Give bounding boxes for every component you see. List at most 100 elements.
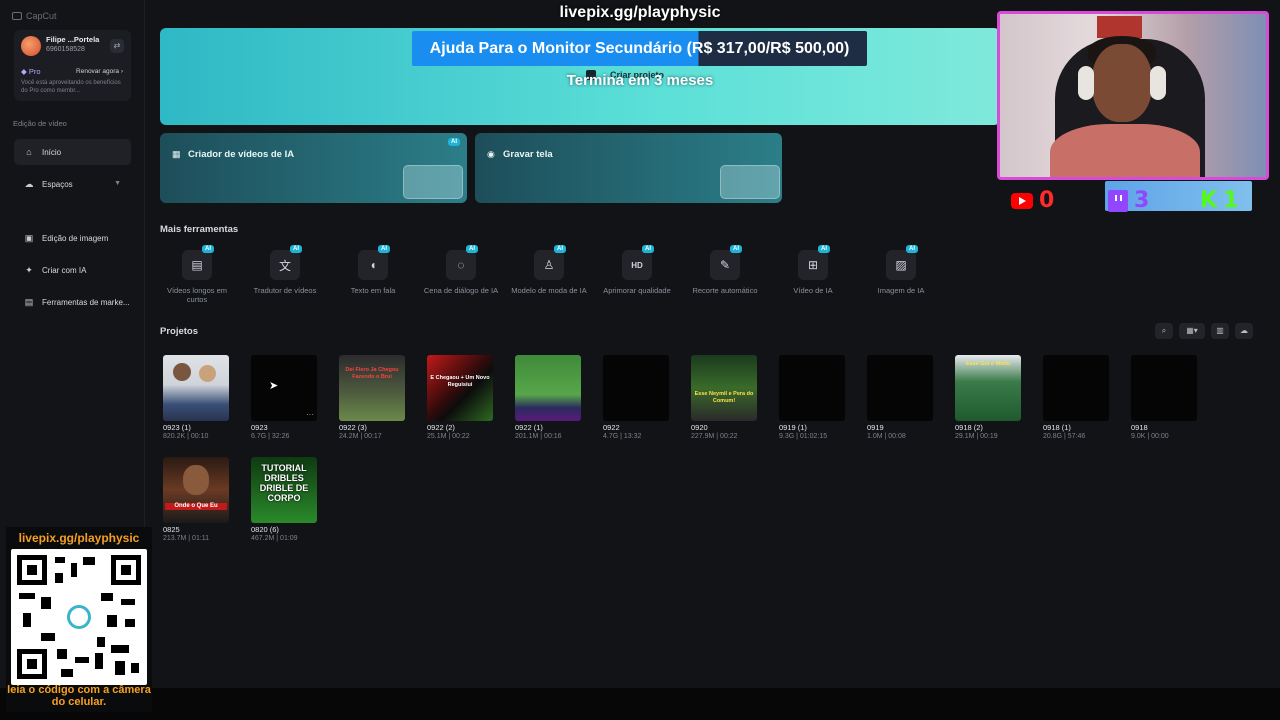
- grid-view-icon[interactable]: ▦▾: [1179, 323, 1205, 339]
- capcut-logo-icon: [12, 12, 22, 20]
- pro-label: Pro: [28, 67, 41, 76]
- qr-code: [11, 549, 147, 685]
- tool-label: Imagem de IA: [877, 286, 925, 295]
- record-screen-card[interactable]: ◉ Gravar tela: [475, 133, 782, 203]
- tool-label: Vídeo de IA: [793, 286, 833, 295]
- speech-icon: ◖: [358, 250, 388, 280]
- tool-text-to-speech[interactable]: ◖ AI Texto em fala: [333, 245, 413, 295]
- eraser-icon: ✎: [710, 250, 740, 280]
- sidebar-item-spaces[interactable]: ☁ Espaços ▼: [14, 171, 131, 197]
- project-card[interactable]: Dei Fiero Ja Chegou Fazendo o Brui 0922 …: [339, 355, 405, 440]
- cursor-icon: ➤: [269, 380, 279, 392]
- project-card[interactable]: 0922 4.7G | 13:32: [603, 355, 669, 440]
- card-label: Gravar tela: [503, 149, 553, 160]
- project-card[interactable]: Esse Neymil e Pera do Comum! 0920 227.9M…: [691, 355, 757, 440]
- tool-long-to-short[interactable]: ▤ AI Vídeos longos em curtos: [157, 245, 237, 304]
- project-card[interactable]: 0918 9.0K | 00:00: [1131, 355, 1197, 440]
- renew-now-link[interactable]: Renovar agora ›: [76, 68, 123, 75]
- youtube-icon: [1011, 192, 1033, 209]
- pro-badge: ◆ Pro: [21, 67, 41, 76]
- dialog-icon: ◌: [446, 250, 476, 280]
- project-name: 0922 (3): [339, 423, 367, 432]
- project-meta: 467.2M | 01:09: [251, 535, 298, 542]
- project-name: 0919 (1): [779, 423, 807, 432]
- sidebar-item-label: Início: [42, 147, 62, 157]
- search-icon[interactable]: ⌕: [1155, 323, 1173, 339]
- trash-icon[interactable]: ▥: [1211, 323, 1229, 339]
- tool-ai-fashion-model[interactable]: ♙ AI Modelo de moda de IA: [509, 245, 589, 295]
- project-meta: 25.1M | 00:22: [427, 433, 470, 440]
- qr-hint: leia o código com a câmera do celular.: [7, 684, 151, 708]
- tool-label: Modelo de moda de IA: [511, 286, 587, 295]
- kick-count: 1: [1223, 188, 1239, 213]
- pro-description: Você está aproveitando os benefícios do …: [21, 80, 121, 94]
- chevron-down-icon: ▼: [114, 180, 121, 187]
- twitch-count: 3: [1134, 188, 1150, 213]
- project-thumbnail: [515, 355, 581, 421]
- project-card[interactable]: 0919 1.0M | 00:08: [867, 355, 933, 440]
- sidebar-item-label: Ferramentas de marke...: [42, 297, 130, 307]
- more-tools-title: Mais ferramentas: [160, 224, 239, 235]
- ai-badge: AI: [818, 245, 830, 253]
- switch-account-icon[interactable]: ⇄: [110, 39, 124, 53]
- project-thumbnail: E Chegaou + Um Novo Reguisiui: [427, 355, 493, 421]
- project-card[interactable]: ➤ ··· 0923 6.7G | 32:26: [251, 355, 317, 440]
- project-card[interactable]: 0919 (1) 9.3G | 01:02:15: [779, 355, 845, 440]
- project-card[interactable]: 0923 (1) 820.2K | 00:10: [163, 355, 229, 440]
- project-name: 0820 (6): [251, 525, 279, 534]
- project-card[interactable]: 0918 (1) 20.8G | 57:46: [1043, 355, 1109, 440]
- sidebar-item-image-editing[interactable]: ▣ Edição de imagem: [14, 225, 131, 251]
- qr-url: livepix.gg/playphysic: [18, 531, 140, 545]
- ai-badge: AI: [202, 245, 214, 253]
- ai-badge: AI: [290, 245, 302, 253]
- sidebar-item-create-ai[interactable]: ✦ Criar com IA: [14, 257, 131, 283]
- project-card[interactable]: E Chegaou + Um Novo Reguisiui 0922 (2) 2…: [427, 355, 493, 440]
- image-plus-icon: ▨: [886, 250, 916, 280]
- more-options-icon[interactable]: ···: [306, 410, 314, 419]
- project-card[interactable]: 0922 (1) 201.1M | 00:16: [515, 355, 581, 440]
- sidebar-item-label: Espaços: [42, 179, 73, 189]
- account-id: 6960158528: [46, 46, 85, 53]
- project-name: 0923 (1): [163, 423, 191, 432]
- ai-badge: AI: [906, 245, 918, 253]
- thumbnail-caption: Onde o Que Eu: [165, 503, 227, 510]
- home-icon: ⌂: [26, 147, 32, 157]
- tool-label: Tradutor de vídeos: [253, 286, 317, 295]
- project-card[interactable]: Esse Gol e Muito 0918 (2) 29.1M | 00:19: [955, 355, 1021, 440]
- tool-ai-video[interactable]: ⊞ AI Vídeo de IA: [773, 245, 853, 295]
- project-card[interactable]: Onde o Que Eu 0825 213.7M | 01:11: [163, 457, 229, 542]
- project-name: 0918 (1): [1043, 423, 1071, 432]
- tool-label: Recorte automático: [692, 286, 758, 295]
- brand-name: CapCut: [26, 11, 57, 21]
- cloud-off-icon[interactable]: ☁: [1235, 323, 1253, 339]
- project-thumbnail: [867, 355, 933, 421]
- project-meta: 201.1M | 00:16: [515, 433, 562, 440]
- film-icon: ▤: [182, 250, 212, 280]
- nav-section-label: Edição de vídeo: [13, 119, 67, 128]
- tool-auto-cutout[interactable]: ✎ AI Recorte automático: [685, 245, 765, 295]
- renew-label: Renovar agora: [76, 68, 120, 75]
- project-thumbnail: Dei Fiero Ja Chegou Fazendo o Brui: [339, 355, 405, 421]
- account-name: Filipe ...Portela: [46, 35, 100, 44]
- tool-label: Texto em fala: [350, 286, 396, 295]
- account-card[interactable]: Filipe ...Portela 6960158528 ⇄ ◆ Pro Ren…: [14, 30, 131, 101]
- sidebar-item-home[interactable]: ⌂ Início: [14, 139, 131, 165]
- project-card[interactable]: TUTORIAL DRIBLES DRIBLE DE CORPO 0820 (6…: [251, 457, 317, 542]
- project-meta: 1.0M | 00:08: [867, 433, 906, 440]
- video-plus-icon: ⊞: [798, 250, 828, 280]
- image-icon: ▣: [24, 233, 34, 243]
- sidebar-item-marketing-tools[interactable]: ▤ Ferramentas de marke...: [14, 289, 131, 315]
- tool-ai-dialog-scene[interactable]: ◌ AI Cena de diálogo de IA: [421, 245, 501, 295]
- avatar[interactable]: [21, 36, 41, 56]
- youtube-count: 0: [1039, 188, 1055, 213]
- tool-video-translator[interactable]: 文 AI Tradutor de vídeos: [245, 245, 325, 295]
- project-name: 0918: [1131, 423, 1148, 432]
- ai-badge: AI: [730, 245, 742, 253]
- project-name: 0825: [163, 525, 180, 534]
- tool-enhance-quality[interactable]: HD AI Aprimorar qualidade: [597, 245, 677, 295]
- cloud-icon: ☁: [24, 179, 34, 189]
- project-meta: 4.7G | 13:32: [603, 433, 642, 440]
- project-name: 0922 (2): [427, 423, 455, 432]
- tool-ai-image[interactable]: ▨ AI Imagem de IA: [861, 245, 941, 295]
- ai-video-creator-card[interactable]: ▦ Criador de vídeos de IA AI: [160, 133, 467, 203]
